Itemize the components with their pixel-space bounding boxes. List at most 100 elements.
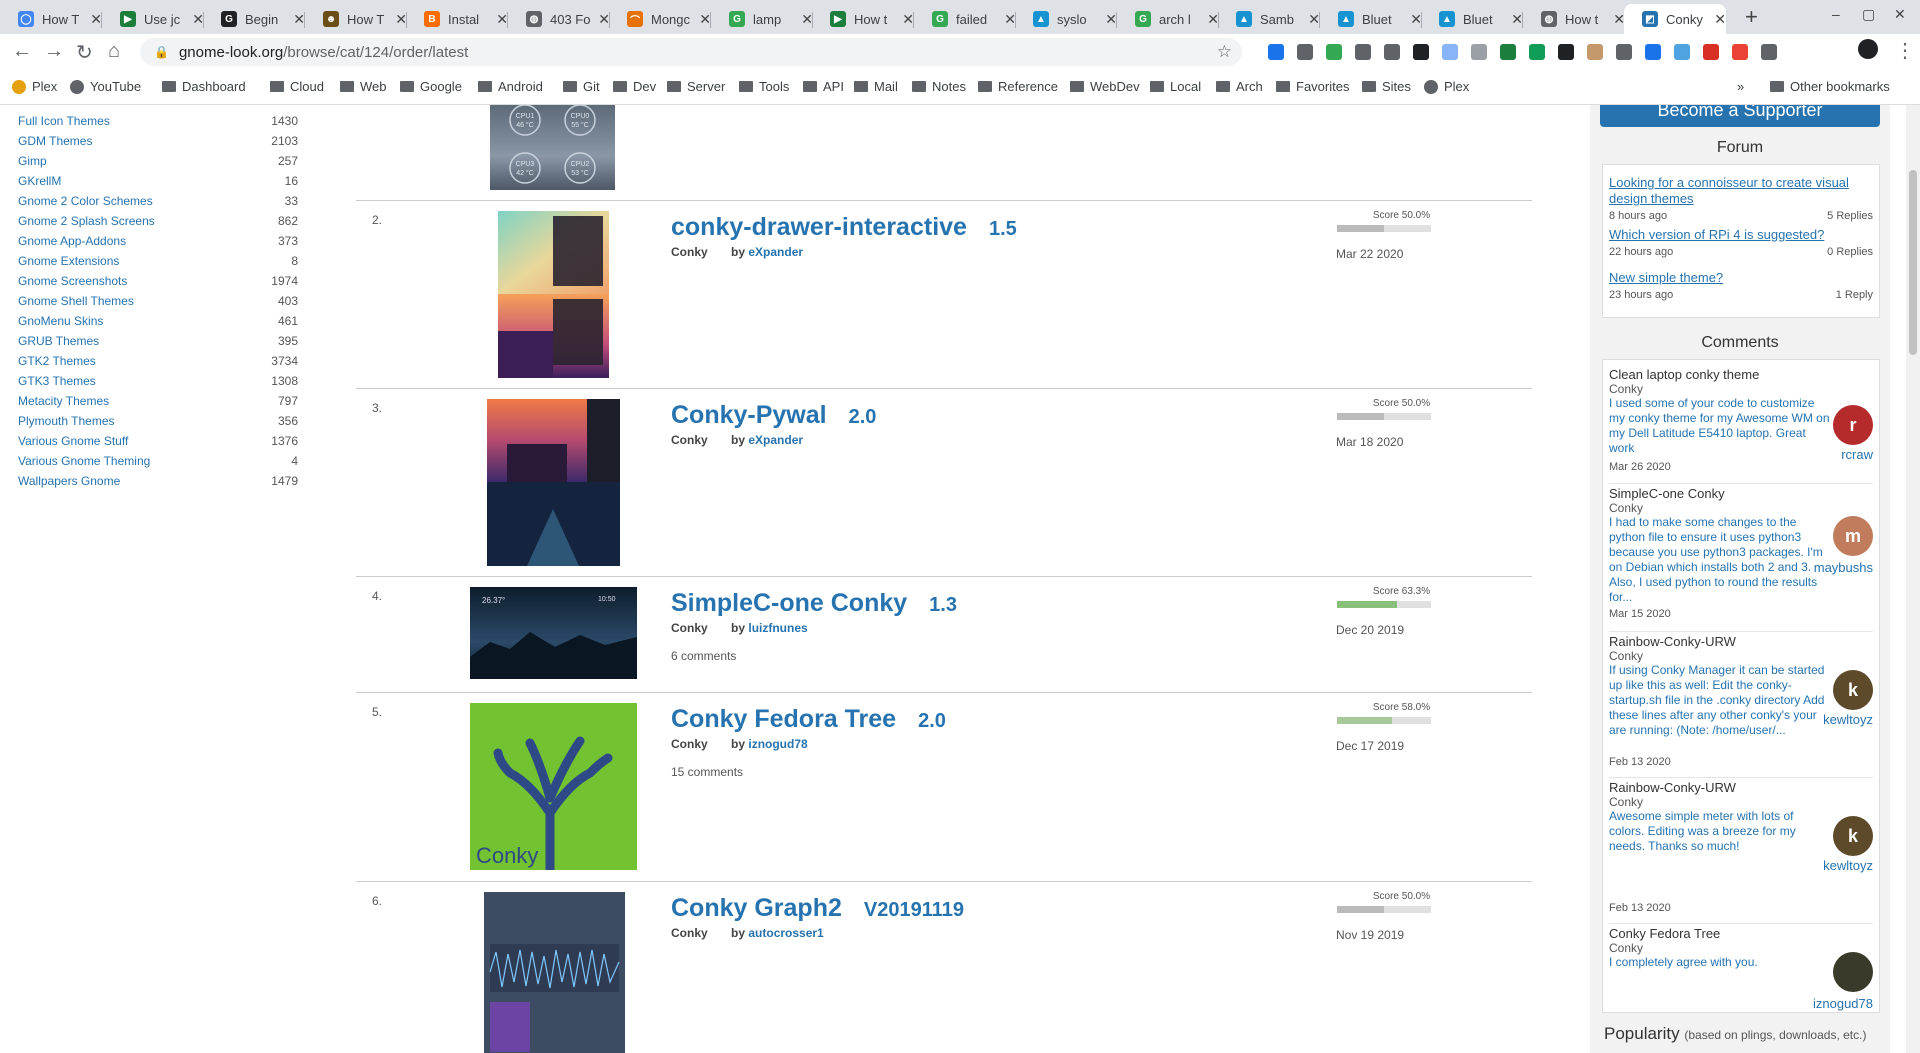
bookmark-tools[interactable]: Tools [739,79,789,94]
extension-icon[interactable] [1442,44,1458,60]
extension-icon[interactable] [1703,44,1719,60]
extension-icon[interactable] [1326,44,1342,60]
comment-count[interactable]: 15 comments [671,765,743,779]
comment-text[interactable]: I had to make some changes to the python… [1609,515,1831,605]
bookmark-reference[interactable]: Reference [978,79,1058,94]
category-name[interactable]: Metacity Themes [18,391,109,411]
profile-avatar[interactable] [1858,39,1878,59]
category-name[interactable]: GKrellM [18,171,61,191]
comment-user[interactable]: iznogud78 [1813,996,1873,1011]
bookmark-android[interactable]: Android [478,79,543,94]
category-item[interactable]: GTK3 Themes 1308 [18,371,298,391]
product-title-text[interactable]: SimpleC-one Conky [671,589,907,617]
bookmark-youtube[interactable]: YouTube [70,79,141,94]
browser-tab[interactable]: ▲ Bluet ✕ [1320,4,1422,34]
product-title[interactable]: SimpleC-one Conky 1.3 [671,589,957,618]
browser-tab[interactable]: ▲ Samb ✕ [1218,4,1320,34]
product-author[interactable]: eXpander [748,433,803,447]
bookmark-cloud[interactable]: Cloud [270,79,324,94]
extension-icon[interactable] [1761,44,1777,60]
category-item[interactable]: GTK2 Themes 3734 [18,351,298,371]
product-title[interactable]: Conky Fedora Tree 2.0 [671,705,946,734]
category-item[interactable]: Wallpapers Gnome 1479 [18,471,298,491]
bookmark-sites[interactable]: Sites [1362,79,1411,94]
forum-post-title[interactable]: Which version of RPi 4 is suggested? [1609,227,1873,243]
browser-tab[interactable]: ▶ How t ✕ [812,4,914,34]
category-item[interactable]: Various Gnome Stuff 1376 [18,431,298,451]
comment-user[interactable]: rcraw [1841,447,1873,462]
category-item[interactable]: Gnome 2 Color Schemes 33 [18,191,298,211]
product-category[interactable]: Conky [671,926,708,940]
browser-tab[interactable]: ◍ How t ✕ [1523,4,1625,34]
browser-tab[interactable]: Gfailed ✕ [914,4,1016,34]
reload-icon[interactable]: ↻ [76,40,93,65]
bookmark-plex[interactable]: Plex [1424,79,1469,94]
product-title-text[interactable]: conky-drawer-interactive [671,213,967,241]
comment-text[interactable]: Awesome simple meter with lots of colors… [1609,809,1831,854]
extension-icon[interactable] [1616,44,1632,60]
forward-icon[interactable]: → [44,40,64,63]
category-name[interactable]: Gnome App-Addons [18,231,126,251]
bookmark-mail[interactable]: Mail [854,79,898,94]
product-thumbnail[interactable]: Conky [470,703,637,870]
extension-icon[interactable] [1674,44,1690,60]
browser-tab[interactable]: Garch l ✕ [1117,4,1219,34]
product-title[interactable]: conky-drawer-interactive 1.5 [671,213,1017,242]
comment-product[interactable]: Clean laptop conky theme [1609,367,1873,382]
bookmark-api[interactable]: API [803,79,844,94]
extension-icon[interactable] [1645,44,1661,60]
category-name[interactable]: Various Gnome Theming [18,451,150,471]
product-category[interactable]: Conky [671,621,708,635]
category-name[interactable]: Wallpapers Gnome [18,471,120,491]
product-title-text[interactable]: Conky-Pywal [671,401,827,429]
category-name[interactable]: Gnome 2 Color Schemes [18,191,153,211]
comment-count[interactable]: 6 comments [671,649,736,663]
category-name[interactable]: GTK2 Themes [18,351,96,371]
avatar[interactable]: k [1833,816,1873,856]
browser-tab[interactable]: ▶ Use jc ✕ [102,4,204,34]
comment-product[interactable]: SimpleC-one Conky [1609,486,1873,501]
bookmark-git[interactable]: Git [563,79,600,94]
category-name[interactable]: GTK3 Themes [18,371,96,391]
browser-tab[interactable]: ◩ Conky ✕ [1624,4,1726,34]
forum-post-title[interactable]: Looking for a connoisseur to create visu… [1609,175,1873,207]
extension-icon[interactable] [1268,44,1284,60]
category-name[interactable]: Plymouth Themes [18,411,115,431]
bookmark-web[interactable]: Web [340,79,387,94]
browser-tab[interactable]: Glamp ✕ [711,4,813,34]
bookmark-dashboard[interactable]: Dashboard [162,79,246,94]
scrollbar-thumb[interactable] [1909,170,1917,355]
home-icon[interactable]: ⌂ [108,40,120,63]
extension-icon[interactable] [1384,44,1400,60]
bookmark-arch[interactable]: Arch [1216,79,1263,94]
product-title[interactable]: Conky Graph2 V20191119 [671,894,964,923]
product-author[interactable]: autocrosser1 [748,926,823,940]
category-item[interactable]: GnoMenu Skins 461 [18,311,298,331]
category-item[interactable]: Gimp 257 [18,151,298,171]
category-item[interactable]: Various Gnome Theming 4 [18,451,298,471]
become-supporter-button[interactable]: Become a Supporter [1600,105,1880,127]
bookmark-notes[interactable]: Notes [912,79,966,94]
category-item[interactable]: Gnome 2 Splash Screens 862 [18,211,298,231]
avatar[interactable] [1833,952,1873,992]
avatar[interactable]: r [1833,405,1873,445]
comment-user[interactable]: maybushs [1814,560,1873,575]
back-icon[interactable]: ← [12,40,32,63]
category-name[interactable]: Gimp [18,151,47,171]
product-title-text[interactable]: Conky Fedora Tree [671,705,896,733]
extension-icon[interactable] [1529,44,1545,60]
bookmark-google[interactable]: Google [400,79,462,94]
category-name[interactable]: Gnome Shell Themes [18,291,134,311]
extension-icon[interactable] [1471,44,1487,60]
category-name[interactable]: Gnome Screenshots [18,271,127,291]
product-thumbnail[interactable] [498,211,609,378]
category-item[interactable]: Gnome App-Addons 373 [18,231,298,251]
category-name[interactable]: Gnome 2 Splash Screens [18,211,155,231]
product-category[interactable]: Conky [671,245,708,259]
comment-text[interactable]: I used some of your code to customize my… [1609,396,1831,456]
maximize-icon[interactable]: ▢ [1862,6,1875,23]
extension-icon[interactable] [1558,44,1574,60]
extension-icon[interactable] [1732,44,1748,60]
product-thumbnail-temps[interactable]: CPU1 CPU0 CPU3 CPU2 46 °C 55 °C 42 °C 53… [490,105,615,190]
extension-icon[interactable] [1587,44,1603,60]
